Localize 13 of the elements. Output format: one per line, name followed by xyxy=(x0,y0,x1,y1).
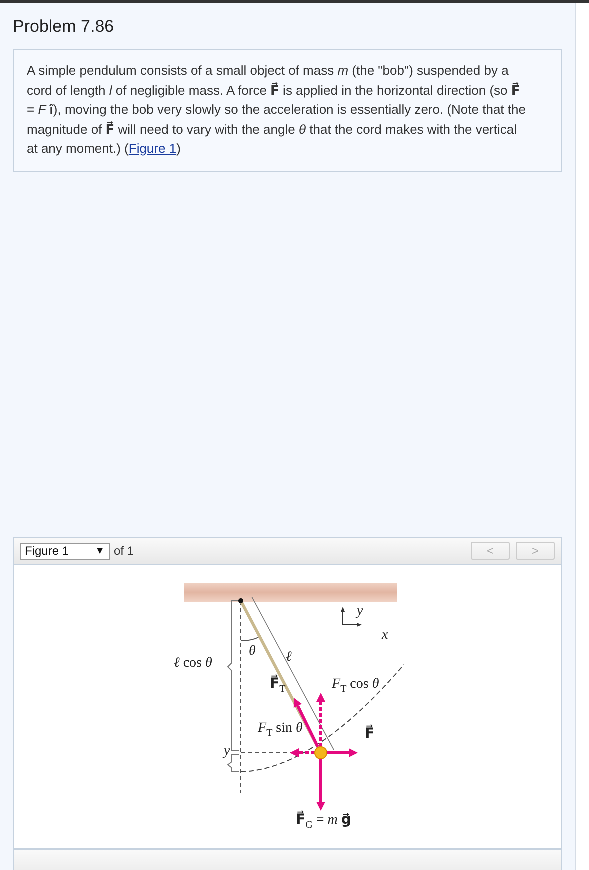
diagram-label: x xyxy=(382,629,388,643)
figure-link[interactable]: Figure 1 xyxy=(128,141,177,156)
diagram-label: y xyxy=(224,745,230,759)
diagram-label: ℓ cos θ xyxy=(174,657,212,671)
figure-select[interactable]: Figure 1 ▼ xyxy=(20,542,110,560)
diagram-label: F$_{T}$ sin θ xyxy=(258,722,303,739)
problem-text: A simple pendulum consists of a small object of mass m (the "bob") suspended by a cord of length l of negligible mass. A force F⃗ is applied in the horizontal direction (so F⃗ = F î), moving the bob very slowly so the acceleration is essentially zero. (Note that the magnitude of F⃗ will need to vary with the angle θ that the cord makes with the vertical at any moment.) (Figure 1) xyxy=(13,49,562,172)
diagram-label: y xyxy=(357,605,364,619)
figure-count: of 1 xyxy=(114,544,134,558)
problem-title: Problem 7.86 xyxy=(13,17,116,37)
diagram-label: F$_{T}$ cos θ xyxy=(332,678,380,695)
diagram-label: θ xyxy=(249,645,256,659)
diagram-label: ℓ xyxy=(286,651,292,665)
